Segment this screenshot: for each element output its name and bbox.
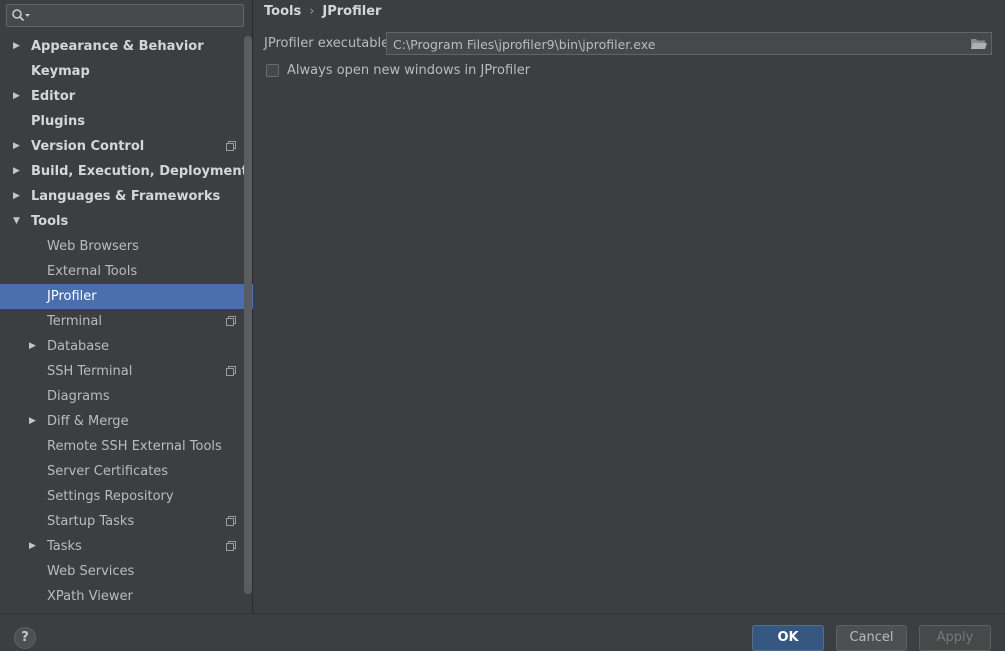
tree-item-version-control[interactable]: ▶ Version Control: [0, 134, 242, 159]
tree-item-label: Terminal: [47, 314, 102, 329]
executable-input[interactable]: [391, 34, 955, 55]
collapsed-arrow-icon[interactable]: ▶: [29, 334, 39, 359]
tree-item-label: Plugins: [31, 114, 85, 129]
tree-item-web-browsers[interactable]: Web Browsers: [0, 234, 242, 259]
tree-item-server-certificates[interactable]: Server Certificates: [0, 459, 242, 484]
search-box[interactable]: [6, 4, 244, 27]
tree-item-appearance-behavior[interactable]: ▶ Appearance & Behavior: [0, 34, 242, 59]
breadcrumb-current: JProfiler: [322, 4, 382, 19]
tree-item-tasks[interactable]: ▶ Tasks: [0, 534, 242, 559]
always-open-checkbox[interactable]: [266, 64, 279, 77]
tree-item-database[interactable]: ▶ Database: [0, 334, 242, 359]
breadcrumb: Tools › JProfiler: [264, 4, 381, 19]
ok-button[interactable]: OK: [752, 625, 824, 651]
tree-item-label: External Tools: [47, 264, 138, 279]
project-settings-icon: [226, 366, 236, 376]
project-settings-icon: [226, 316, 236, 326]
tree-item-label: Server Certificates: [47, 464, 169, 479]
collapsed-arrow-icon[interactable]: ▶: [13, 34, 23, 59]
tree-item-remote-ssh-external-tools[interactable]: Remote SSH External Tools: [0, 434, 242, 459]
tree-item-label: Tools: [31, 214, 69, 229]
tree-item-label: XPath Viewer: [47, 589, 133, 604]
collapsed-arrow-icon[interactable]: ▶: [13, 84, 23, 109]
dialog-footer: ? OK Cancel Apply: [0, 613, 1005, 651]
tree-item-startup-tasks[interactable]: Startup Tasks: [0, 509, 242, 534]
tree-item-tools[interactable]: ▼ Tools: [0, 209, 242, 234]
tree-item-label: Remote SSH External Tools: [47, 439, 222, 454]
tree-item-label: Web Services: [47, 564, 135, 579]
tree-item-settings-repository[interactable]: Settings Repository: [0, 484, 242, 509]
tree-item-languages-frameworks[interactable]: ▶ Languages & Frameworks: [0, 184, 242, 209]
settings-content: Tools › JProfiler JProfiler executable: Al…: [254, 0, 1005, 613]
tree-item-label: Languages & Frameworks: [31, 189, 221, 204]
search-icon: [12, 9, 30, 22]
tree-item-label: Version Control: [31, 139, 145, 154]
tree-item-label: SSH Terminal: [47, 364, 133, 379]
tree-item-editor[interactable]: ▶ Editor: [0, 84, 242, 109]
collapsed-arrow-icon[interactable]: ▶: [13, 184, 23, 209]
tree-item-diagrams[interactable]: Diagrams: [0, 384, 242, 409]
project-settings-icon: [226, 141, 236, 151]
collapsed-arrow-icon[interactable]: ▶: [13, 134, 23, 159]
tree-item-build-execution-deployment[interactable]: ▶ Build, Execution, Deployment: [0, 159, 248, 184]
settings-sidebar: ▶ Appearance & Behavior Keymap ▶ Editor Plugi…: [0, 0, 253, 613]
tree-item-keymap[interactable]: Keymap: [0, 59, 242, 84]
tree-item-external-tools[interactable]: External Tools: [0, 259, 242, 284]
project-settings-icon: [226, 516, 236, 526]
always-open-label[interactable]: Always open new windows in JProfiler: [287, 63, 530, 78]
collapsed-arrow-icon[interactable]: ▶: [29, 534, 39, 559]
breadcrumb-separator: ›: [309, 4, 315, 19]
tree-item-label: Appearance & Behavior: [31, 39, 204, 54]
tree-item-label: Diagrams: [47, 389, 110, 404]
collapsed-arrow-icon[interactable]: ▶: [13, 159, 23, 184]
tree-item-jprofiler[interactable]: JProfiler: [0, 284, 253, 309]
tree-item-label: Keymap: [31, 64, 90, 79]
tree-item-label: Editor: [31, 89, 76, 104]
collapsed-arrow-icon[interactable]: ▶: [29, 409, 39, 434]
sidebar-scrollbar[interactable]: [244, 36, 252, 594]
apply-button[interactable]: Apply: [919, 625, 991, 651]
breadcrumb-parent[interactable]: Tools: [264, 4, 301, 19]
tree-item-label: Tasks: [47, 539, 82, 554]
executable-label: JProfiler executable:: [264, 36, 394, 51]
tree-item-terminal[interactable]: Terminal: [0, 309, 242, 334]
expanded-arrow-icon[interactable]: ▼: [13, 209, 23, 234]
tree-item-diff-merge[interactable]: ▶ Diff & Merge: [0, 409, 242, 434]
tree-item-xpath-viewer[interactable]: XPath Viewer: [0, 584, 242, 609]
project-settings-icon: [226, 541, 236, 551]
settings-tree: ▶ Appearance & Behavior Keymap ▶ Editor Plugi…: [0, 34, 253, 609]
tree-item-web-services[interactable]: Web Services: [0, 559, 242, 584]
tree-item-label: Database: [47, 339, 110, 354]
tree-item-plugins[interactable]: Plugins: [0, 109, 242, 134]
tree-item-ssh-terminal[interactable]: SSH Terminal: [0, 359, 242, 384]
folder-icon[interactable]: [970, 36, 988, 51]
tree-item-label: Diff & Merge: [47, 414, 129, 429]
help-button[interactable]: ?: [14, 627, 36, 649]
cancel-button[interactable]: Cancel: [836, 625, 907, 651]
search-input[interactable]: [35, 6, 239, 27]
tree-item-label: Build, Execution, Deployment: [31, 164, 248, 179]
tree-item-label: JProfiler: [47, 289, 97, 304]
tree-item-label: Settings Repository: [47, 489, 174, 504]
tree-item-label: Startup Tasks: [47, 514, 135, 529]
tree-item-label: Web Browsers: [47, 239, 139, 254]
executable-field[interactable]: [386, 32, 992, 55]
